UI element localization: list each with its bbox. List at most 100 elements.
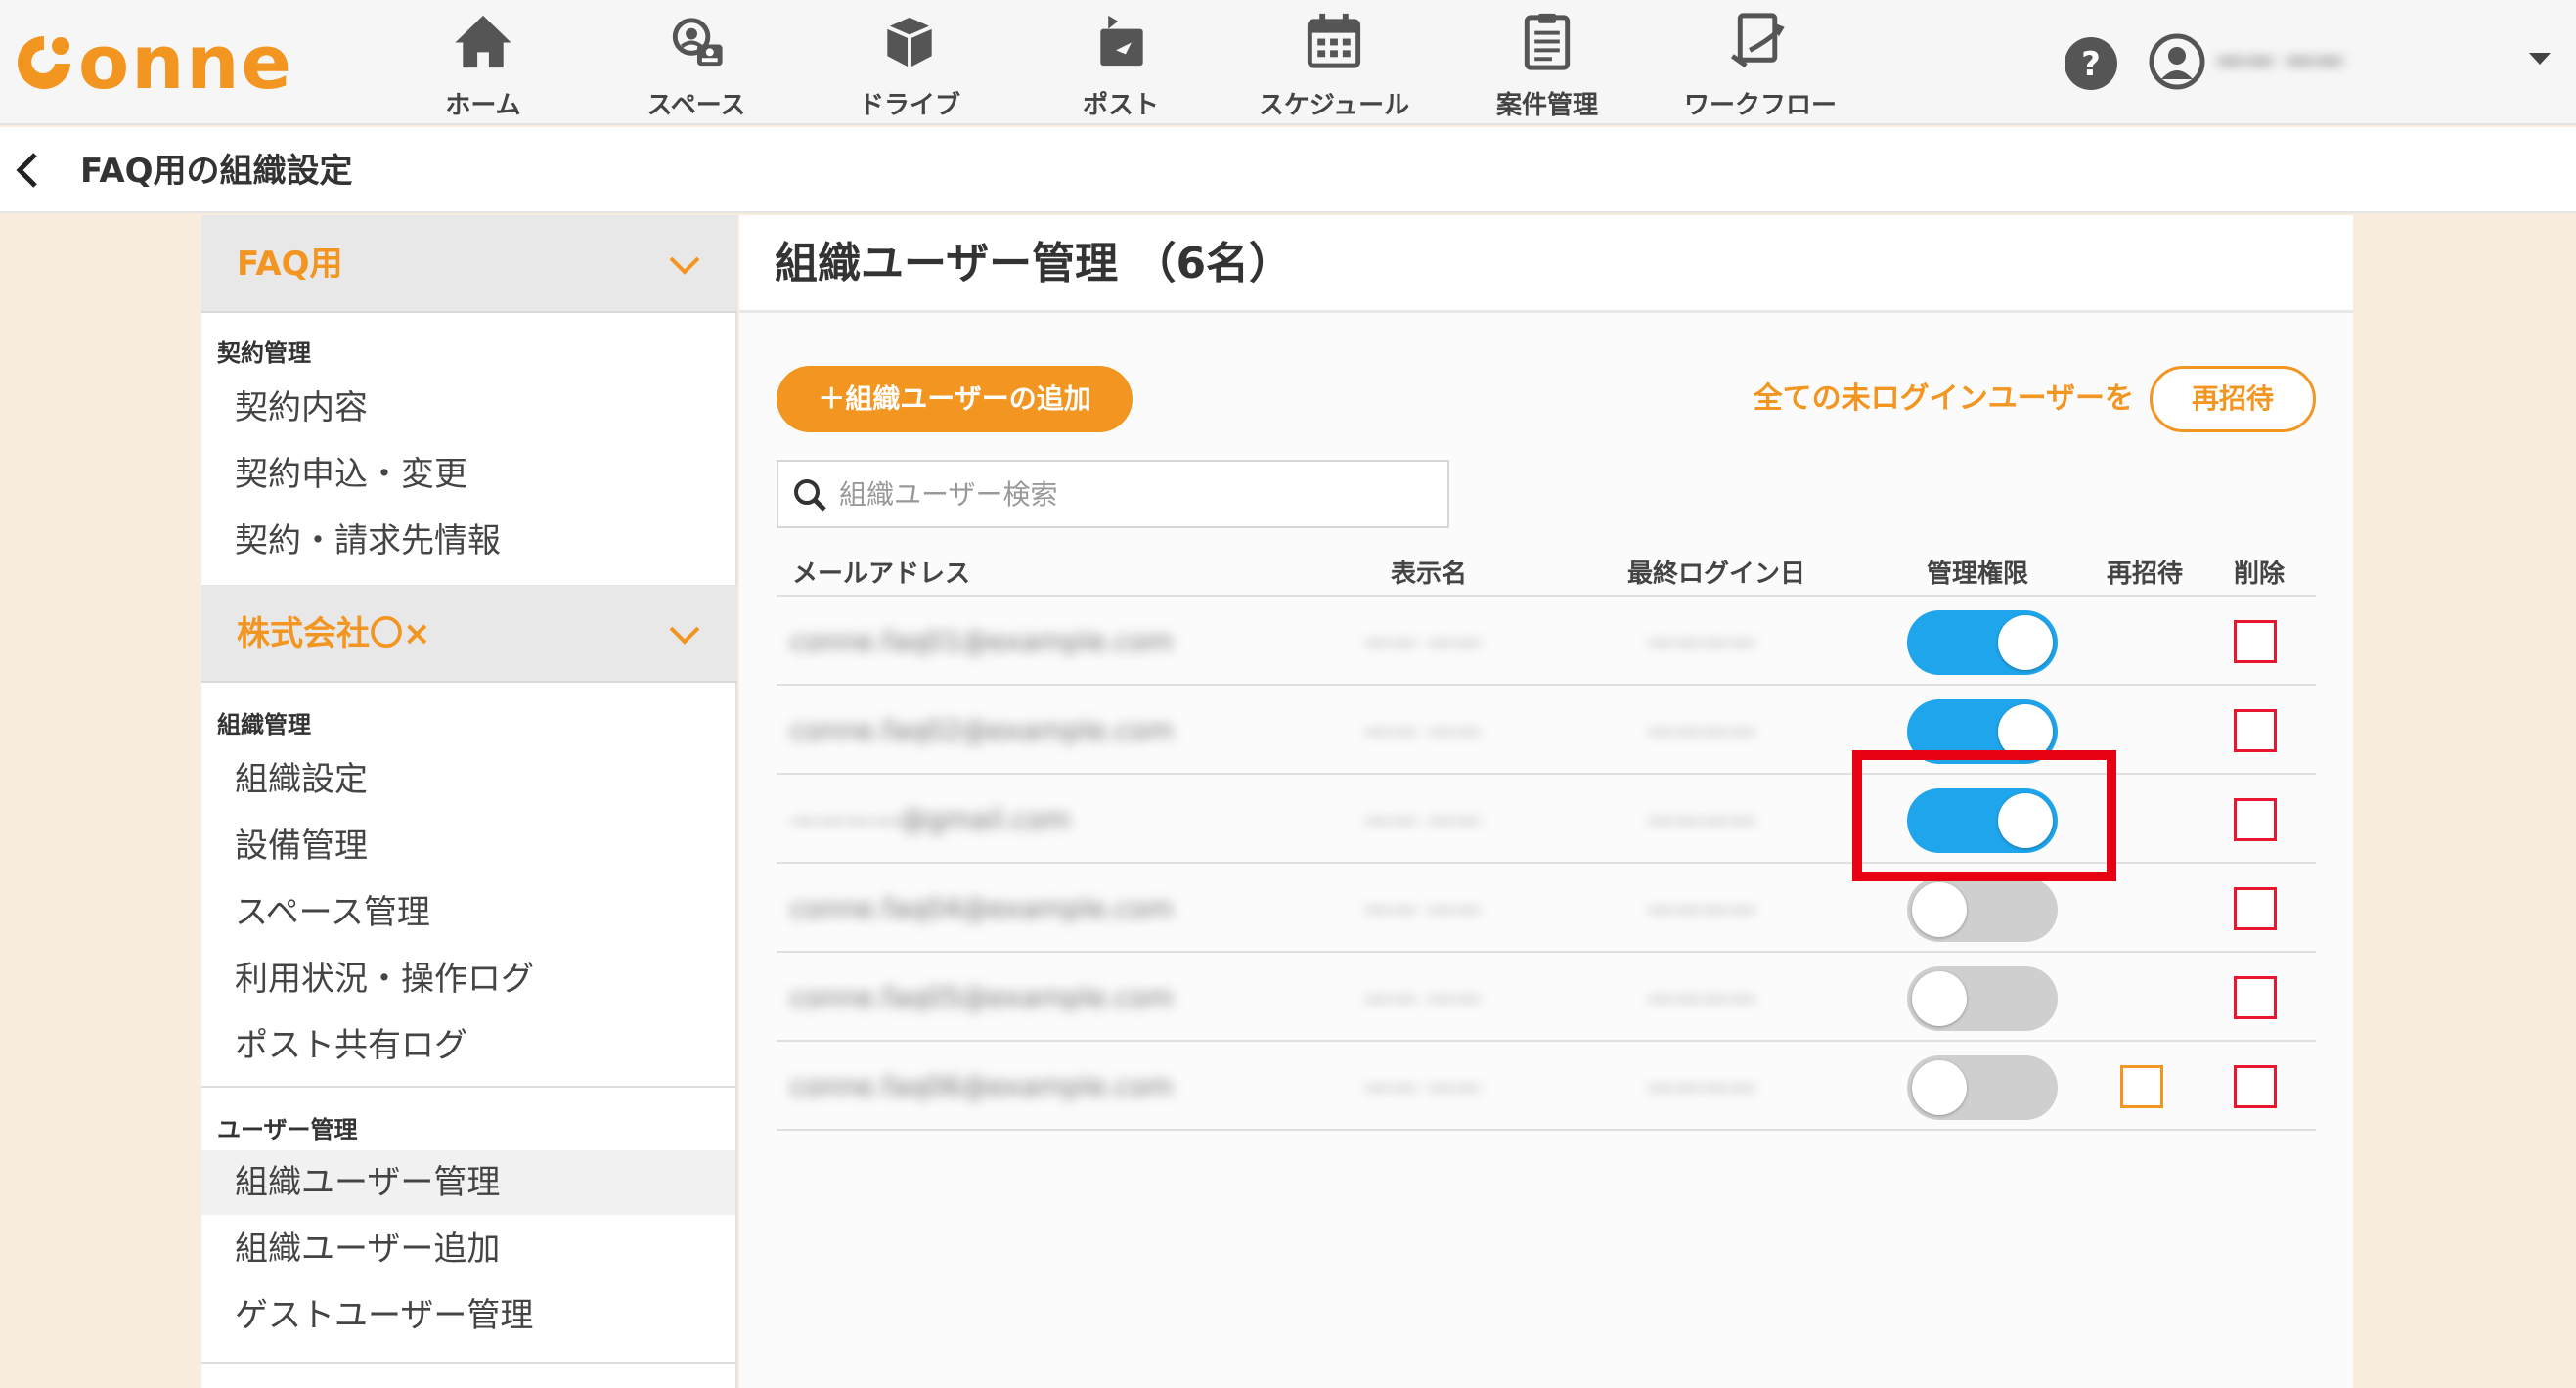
sidebar-section-contract: 契約管理 (217, 339, 311, 367)
sidebar-section-users: ユーザー管理 (217, 1116, 358, 1143)
nav-workflow-label: ワークフロー (1683, 91, 1837, 120)
nav-post[interactable]: ポスト (1023, 8, 1219, 121)
sidebar-group-company[interactable]: 株式会社〇× (201, 585, 737, 683)
reinvite-all-button[interactable]: 再招待 (2150, 366, 2316, 432)
cell-email: ————@gmail.com (790, 803, 1071, 835)
cell-display-name: —— —— (1363, 625, 1482, 657)
column-header-admin: 管理権限 (1927, 560, 2029, 589)
nav-schedule[interactable]: スケジュール (1236, 8, 1432, 121)
column-header-email: メールアドレス (792, 560, 971, 589)
user-name[interactable]: —— —— (2216, 43, 2363, 78)
sidebar-item-org-settings[interactable]: 組織設定 (201, 747, 735, 812)
sidebar-section-org: 組織管理 (217, 711, 311, 739)
sidebar-divider (201, 1362, 735, 1364)
caret-down-icon[interactable] (2523, 47, 2556, 70)
chevron-down-icon (669, 256, 700, 275)
cell-last-login: ———— (1647, 803, 1756, 835)
search-input[interactable] (839, 468, 1426, 520)
sidebar-item-guest-users[interactable]: ゲストユーザー管理 (201, 1283, 735, 1348)
sidebar-group-faq-title: FAQ用 (237, 245, 343, 284)
table-row: conne.faq01@example.com —— —— ———— (777, 597, 2316, 687)
nav-home-label: ホーム (445, 91, 521, 120)
delete-checkbox[interactable] (2234, 620, 2277, 663)
nav-project-label: 案件管理 (1495, 91, 1598, 120)
space-icon (672, 18, 723, 67)
nav-space-label: スペース (646, 91, 746, 120)
admin-toggle[interactable] (1907, 1055, 2058, 1120)
sidebar-item-space-management[interactable]: スペース管理 (201, 880, 735, 945)
cell-display-name: —— —— (1363, 892, 1482, 924)
toggle-knob (1998, 704, 2053, 759)
sidebar-item-contract-change[interactable]: 契約申込・変更 (201, 442, 735, 507)
nav-space[interactable]: スペース (599, 8, 794, 121)
column-header-delete: 削除 (2234, 560, 2286, 589)
toggle-knob (1998, 615, 2053, 670)
back-chevron-icon[interactable] (12, 149, 41, 192)
search-box[interactable] (777, 460, 1449, 528)
clipboard-icon (1524, 13, 1571, 70)
help-icon[interactable]: ? (2064, 36, 2118, 91)
cell-email: conne.faq05@example.com (790, 981, 1174, 1013)
page-title: 組織ユーザー管理 （6名） (775, 239, 1293, 289)
cell-last-login: ———— (1647, 892, 1756, 924)
toggle-knob (1912, 971, 1967, 1026)
cell-email: conne.faq04@example.com (790, 892, 1174, 924)
sub-header (0, 127, 2576, 213)
cell-display-name: —— —— (1363, 803, 1482, 835)
cell-display-name: —— —— (1363, 981, 1482, 1013)
admin-toggle[interactable] (1907, 610, 2058, 675)
conne-logo[interactable]: onne (12, 14, 293, 112)
cell-email: conne.faq06@example.com (790, 1070, 1174, 1102)
sidebar-group-faq[interactable]: FAQ用 (201, 215, 737, 313)
table-row: conne.faq04@example.com —— —— ———— (777, 864, 2316, 954)
delete-checkbox[interactable] (2234, 1065, 2277, 1108)
nav-schedule-label: スケジュール (1258, 91, 1410, 120)
sidebar-item-org-users[interactable]: 組織ユーザー管理 (201, 1150, 735, 1215)
cell-email: conne.faq01@example.com (790, 625, 1174, 657)
nav-project[interactable]: 案件管理 (1449, 8, 1645, 121)
logo-text: onne (78, 19, 293, 106)
nav-home[interactable]: ホーム (385, 8, 581, 121)
search-icon (794, 479, 826, 512)
table-row: conne.faq02@example.com —— —— ———— (777, 686, 2316, 776)
nav-drive[interactable]: ドライブ (812, 8, 1007, 121)
reinvite-checkbox[interactable] (2120, 1065, 2163, 1108)
post-icon (1100, 15, 1143, 67)
chevron-down-icon (669, 626, 700, 645)
table-row: ————@gmail.com —— —— ———— (777, 775, 2316, 865)
admin-toggle[interactable] (1907, 699, 2058, 764)
column-header-reinvite: 再招待 (2107, 560, 2184, 589)
svg-text:?: ? (2081, 45, 2101, 84)
sidebar-item-usage-log[interactable]: 利用状況・操作ログ (201, 947, 735, 1011)
sidebar-item-add-org-user[interactable]: 組織ユーザー追加 (201, 1217, 735, 1281)
admin-toggle[interactable] (1907, 966, 2058, 1031)
admin-toggle[interactable] (1907, 877, 2058, 942)
cell-last-login: ———— (1647, 1070, 1756, 1102)
drive-icon (886, 17, 933, 68)
top-header: onne ホーム スペース ドライブ ポスト スケジュール 案件管理 ワークフロ… (0, 0, 2576, 125)
user-avatar-icon[interactable] (2148, 32, 2206, 91)
delete-checkbox[interactable] (2234, 709, 2277, 752)
sidebar-item-contract-details[interactable]: 契約内容 (201, 376, 735, 440)
nav-post-label: ポスト (1082, 91, 1159, 120)
nav-workflow[interactable]: ワークフロー (1663, 8, 1858, 121)
main-header: 組織ユーザー管理 （6名） (739, 215, 2353, 313)
delete-checkbox[interactable] (2234, 887, 2277, 930)
delete-checkbox[interactable] (2234, 976, 2277, 1019)
home-icon (455, 15, 511, 68)
toggle-knob (1912, 882, 1967, 937)
sidebar-item-equipment[interactable]: 設備管理 (201, 814, 735, 878)
calendar-icon (1307, 13, 1361, 68)
table-row: conne.faq06@example.com —— —— ———— (777, 1042, 2316, 1132)
sidebar-item-post-share-log[interactable]: ポスト共有ログ (201, 1013, 735, 1078)
page-subtitle: FAQ用の組織設定 (80, 152, 353, 191)
delete-checkbox[interactable] (2234, 798, 2277, 841)
cell-last-login: ———— (1647, 625, 1756, 657)
row-divider (777, 1129, 2316, 1131)
nav-drive-label: ドライブ (858, 91, 960, 120)
toggle-knob (1998, 793, 2053, 848)
logo-c-mark (18, 36, 70, 89)
admin-toggle[interactable] (1907, 788, 2058, 853)
add-org-user-button[interactable]: ＋組織ユーザーの追加 (777, 366, 1133, 432)
sidebar-item-billing-info[interactable]: 契約・請求先情報 (201, 509, 735, 573)
